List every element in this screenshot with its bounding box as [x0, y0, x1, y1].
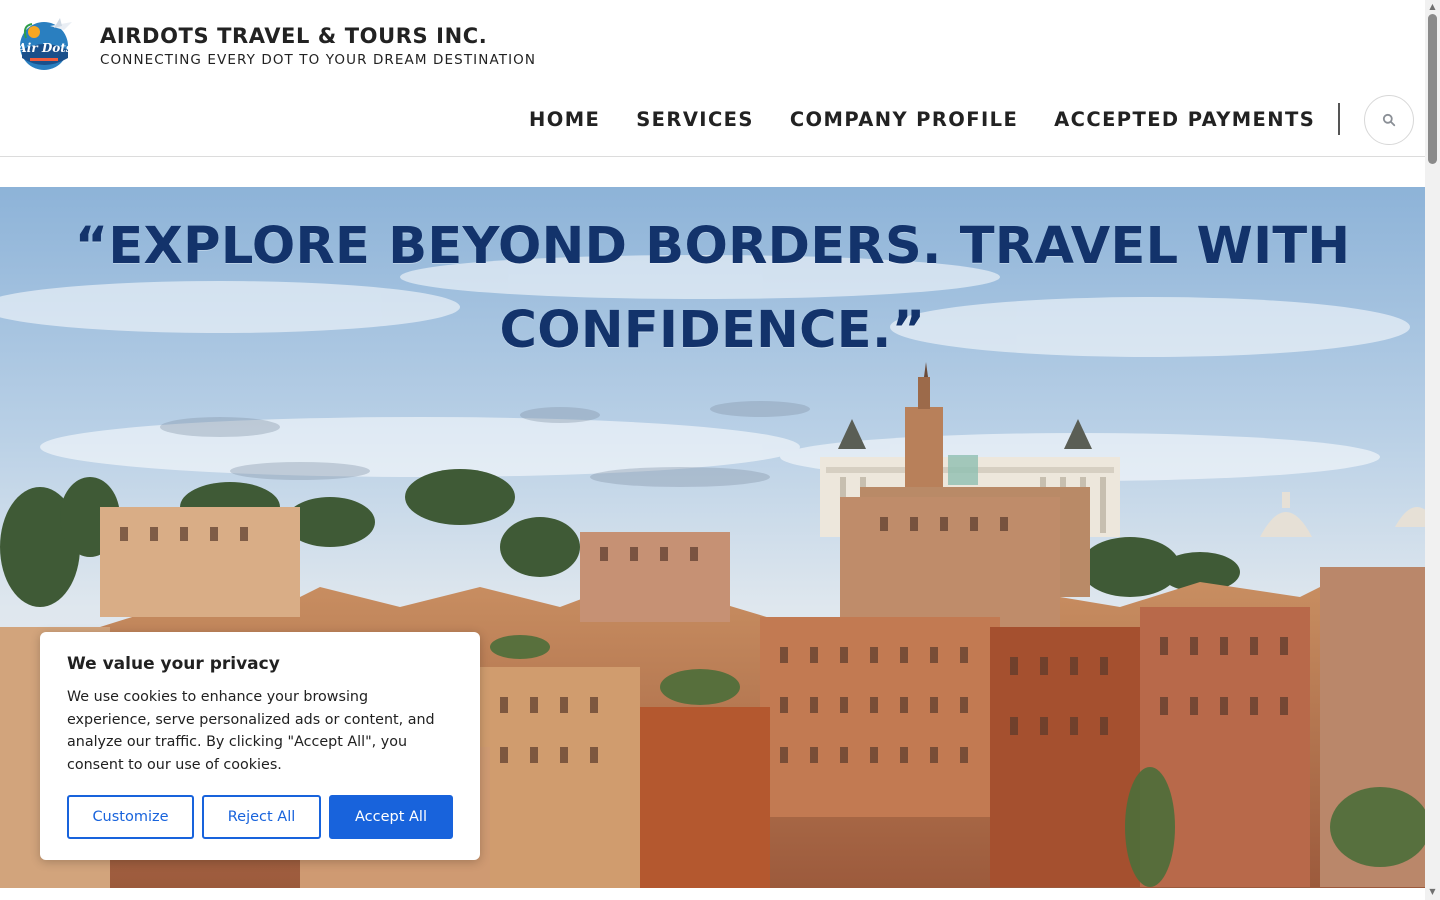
customize-button[interactable]: Customize	[67, 795, 194, 839]
reject-all-button[interactable]: Reject All	[202, 795, 321, 839]
site-tagline: CONNECTING EVERY DOT TO YOUR DREAM DESTI…	[100, 52, 537, 68]
site-header: Air Dots AIRDOTS TRAVEL & TOURS INC. CON…	[0, 0, 1425, 157]
nav-company-profile[interactable]: COMPANY PROFILE	[772, 108, 1036, 131]
logo-icon: Air Dots	[16, 18, 73, 70]
hero-quote-line-2: CONFIDENCE.”	[499, 301, 926, 360]
cookie-description: We use cookies to enhance your browsing …	[67, 689, 435, 774]
hero-quote-line-1: “EXPLORE BEYOND BORDERS. TRAVEL WITH	[74, 217, 1351, 276]
nav-divider	[1338, 103, 1340, 135]
search-icon	[1382, 113, 1396, 127]
main-navigation: HOME SERVICES COMPANY PROFILE ACCEPTED P…	[511, 106, 1333, 132]
nav-home[interactable]: HOME	[511, 108, 618, 131]
hero-quote: “EXPLORE BEYOND BORDERS. TRAVEL WITH CON…	[40, 205, 1385, 373]
search-button[interactable]	[1364, 95, 1414, 145]
scroll-up-arrow-icon[interactable]: ▲	[1428, 3, 1437, 11]
page-scrollbar[interactable]: ▲ ▼	[1425, 0, 1440, 900]
accept-all-button[interactable]: Accept All	[329, 795, 453, 839]
site-title[interactable]: AIRDOTS TRAVEL & TOURS INC.	[100, 24, 487, 48]
company-logo[interactable]: Air Dots	[14, 16, 78, 72]
scroll-down-arrow-icon[interactable]: ▼	[1428, 888, 1437, 896]
cookie-title: We value your privacy	[67, 654, 280, 674]
nav-accepted-payments[interactable]: ACCEPTED PAYMENTS	[1036, 108, 1333, 131]
nav-services[interactable]: SERVICES	[618, 108, 772, 131]
svg-text:Air Dots: Air Dots	[16, 41, 72, 55]
scrollbar-thumb[interactable]	[1428, 14, 1437, 164]
cookie-button-group: Customize Reject All Accept All	[67, 795, 453, 839]
cookie-consent-banner: We value your privacy We use cookies to …	[40, 632, 480, 860]
